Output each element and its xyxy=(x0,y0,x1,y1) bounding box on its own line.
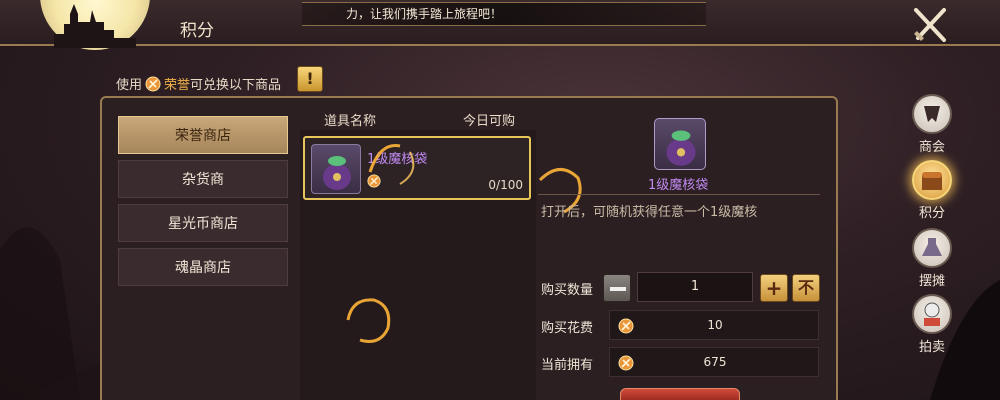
quantity-input[interactable]: 1 xyxy=(637,272,753,302)
owned-value-box: 675 xyxy=(609,347,819,377)
hint-suffix: 可兑换以下商品 xyxy=(190,78,282,93)
owned-label: 当前拥有 xyxy=(541,358,594,373)
divider xyxy=(538,194,820,195)
help-button[interactable]: ! xyxy=(297,66,323,92)
quantity-increase-button[interactable]: + xyxy=(760,274,788,302)
side-item-label: 积分 xyxy=(918,206,945,221)
honor-currency-label: 荣誉 xyxy=(164,78,191,93)
side-item-stall[interactable]: 摆摊 xyxy=(906,228,958,289)
item-daily-count: 0/100 xyxy=(488,178,523,192)
side-item-guild[interactable]: 商会 xyxy=(906,94,958,155)
cost-label: 购买花费 xyxy=(541,321,594,336)
stall-potion-icon xyxy=(912,228,952,268)
sparkle-effect xyxy=(346,298,391,343)
hint-prefix: 使用 xyxy=(116,78,143,93)
tab-grocery[interactable]: 杂货商 xyxy=(118,160,288,198)
side-item-auction[interactable]: 拍卖 xyxy=(906,294,958,355)
tab-starlight-shop[interactable]: 星光币商店 xyxy=(118,204,288,242)
tab-soul-crystal-shop[interactable]: 魂晶商店 xyxy=(118,248,288,286)
page-title: 积分 xyxy=(180,21,214,41)
exchange-hint: 使用 荣誉 可兑换以下商品 xyxy=(116,74,281,93)
shop-tabs: 荣誉商店 杂货商 星光币商店 魂晶商店 xyxy=(118,116,290,292)
sparkle-effect xyxy=(368,144,415,185)
column-item-name: 道具名称 xyxy=(324,114,377,129)
quantity-max-button[interactable]: 不 xyxy=(792,274,820,302)
treasure-chest-icon xyxy=(912,160,952,200)
quantity-decrease-button[interactable] xyxy=(603,274,631,302)
tab-honor-shop[interactable]: 荣誉商店 xyxy=(118,116,288,154)
quantity-label: 购买数量 xyxy=(541,283,594,298)
side-item-label: 商会 xyxy=(918,140,945,155)
magic-core-bag-icon xyxy=(311,144,361,194)
side-item-label: 摆摊 xyxy=(918,274,945,289)
buy-button[interactable] xyxy=(620,388,740,400)
auction-character-icon xyxy=(912,294,952,334)
detail-item-name: 1级魔核袋 xyxy=(648,178,709,193)
announcement-marquee: 力，让我们携手踏上旅程吧！ xyxy=(302,2,706,26)
owned-value: 675 xyxy=(703,355,727,369)
castle-silhouette xyxy=(54,4,136,48)
side-item-points[interactable]: 积分 xyxy=(906,160,958,221)
item-description: 打开后，可随机获得任意一个1级魔核 xyxy=(541,205,758,220)
cost-value: 10 xyxy=(707,318,723,332)
close-swords-icon[interactable] xyxy=(910,6,950,44)
side-item-label: 拍卖 xyxy=(918,340,945,355)
guild-emblem-icon xyxy=(912,94,952,134)
column-today-available: 今日可购 xyxy=(463,114,516,129)
cost-value-box: 10 xyxy=(609,310,819,340)
honor-coin-icon xyxy=(145,76,161,91)
detail-item-icon xyxy=(654,118,706,170)
